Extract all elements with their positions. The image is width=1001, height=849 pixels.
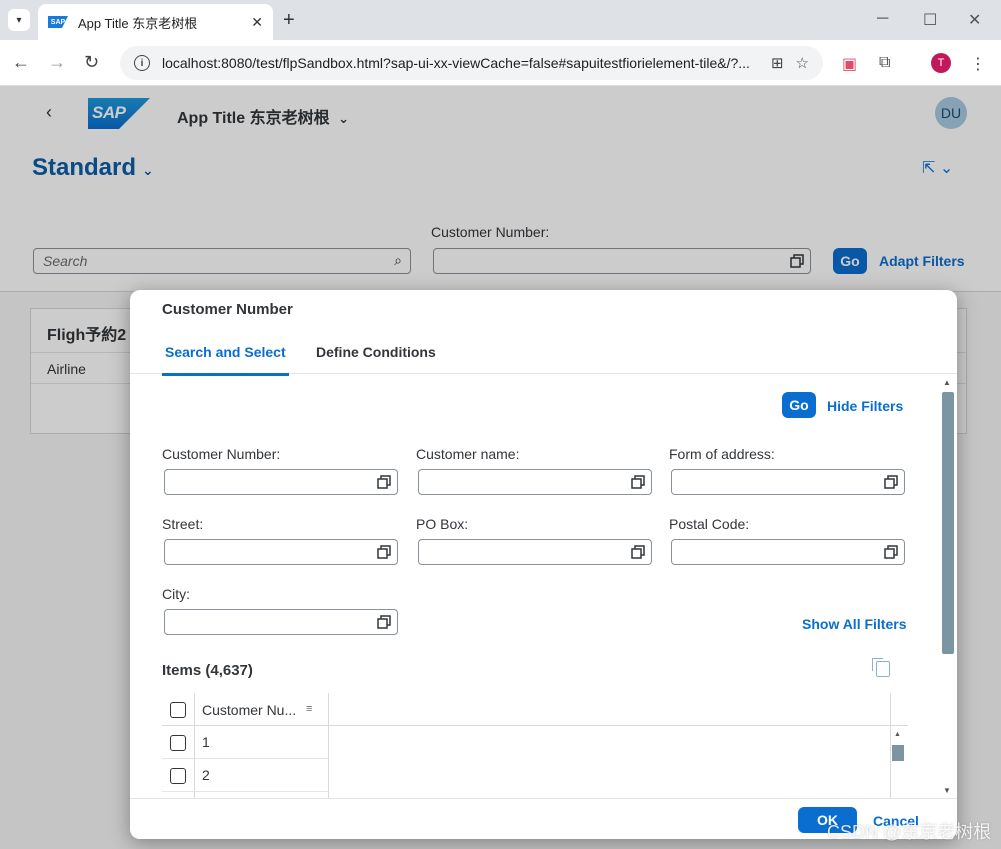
column-divider bbox=[328, 693, 329, 798]
copy-icon[interactable] bbox=[872, 658, 890, 677]
browser-tab[interactable]: SAP App Title 东京老树根 ✕ bbox=[38, 4, 273, 40]
minimize-icon[interactable]: ─ bbox=[877, 10, 888, 28]
maximize-icon[interactable]: ☐ bbox=[923, 10, 937, 30]
tab-menu-icon[interactable]: ▾ bbox=[8, 9, 30, 31]
profile-avatar[interactable]: T bbox=[931, 53, 951, 73]
select-all-checkbox[interactable] bbox=[170, 702, 186, 718]
scroll-down-icon[interactable]: ▼ bbox=[943, 786, 951, 795]
filter-label-postal-code: Postal Code: bbox=[669, 516, 750, 532]
column-customer-number[interactable]: Customer Nu... bbox=[202, 702, 296, 718]
close-window-icon[interactable]: ✕ bbox=[968, 10, 981, 30]
column-divider bbox=[890, 693, 891, 798]
row-checkbox[interactable] bbox=[170, 768, 186, 784]
items-title: Items (4,637) bbox=[162, 662, 253, 679]
value-help-icon[interactable] bbox=[631, 475, 645, 489]
value-help-icon[interactable] bbox=[884, 545, 898, 559]
back-arrow-icon[interactable]: ← bbox=[12, 52, 30, 72]
show-all-filters-button[interactable]: Show All Filters bbox=[802, 616, 907, 632]
menu-icon[interactable]: ⋮ bbox=[970, 54, 986, 74]
filter-input-po-box[interactable] bbox=[418, 539, 652, 565]
new-tab-button[interactable]: + bbox=[283, 9, 295, 31]
filter-input-form-of-address[interactable] bbox=[671, 469, 905, 495]
items-grid: Customer Nu... ≡ 1 2 ▲ bbox=[162, 693, 908, 798]
dialog-content: Go Hide Filters Customer Number: Custome… bbox=[130, 374, 957, 798]
close-tab-icon[interactable]: ✕ bbox=[251, 14, 263, 31]
browser-tabbar: ▾ SAP App Title 东京老树根 ✕ + ─ ☐ ✕ bbox=[0, 0, 1001, 40]
forward-arrow-icon[interactable]: → bbox=[48, 52, 66, 72]
scroll-up-icon[interactable]: ▲ bbox=[894, 731, 901, 738]
table-row[interactable]: 1 bbox=[162, 726, 328, 759]
grid-scrollbar-thumb[interactable] bbox=[892, 745, 904, 761]
filter-input-street[interactable] bbox=[164, 539, 398, 565]
row-value: 1 bbox=[202, 734, 210, 750]
tab-title: App Title 东京老树根 bbox=[78, 15, 198, 31]
dialog-title: Customer Number bbox=[162, 301, 293, 318]
filter-label-street: Street: bbox=[162, 516, 204, 532]
filter-input-customer-number[interactable] bbox=[164, 469, 398, 495]
translate-icon[interactable]: ⊞ bbox=[771, 54, 784, 72]
value-help-icon[interactable] bbox=[377, 475, 391, 489]
url-text[interactable]: localhost:8080/test/flpSandbox.html?sap-… bbox=[162, 55, 759, 71]
row-value: 2 bbox=[202, 767, 210, 783]
value-help-icon[interactable] bbox=[377, 545, 391, 559]
watermark: CSDN @东京老树根 bbox=[827, 822, 992, 842]
filter-label-po-box: PO Box: bbox=[416, 516, 469, 532]
sort-icon: ≡ bbox=[306, 703, 313, 715]
filter-label-customer-name: Customer name: bbox=[416, 446, 520, 462]
scroll-up-icon[interactable]: ▲ bbox=[943, 378, 951, 387]
sap-favicon-icon: SAP bbox=[48, 16, 68, 28]
row-checkbox[interactable] bbox=[170, 735, 186, 751]
hide-filters-button[interactable]: Hide Filters bbox=[827, 398, 903, 414]
dialog-scrollbar-thumb[interactable] bbox=[942, 392, 954, 654]
grid-header: Customer Nu... ≡ bbox=[162, 693, 908, 726]
site-info-icon[interactable]: i bbox=[134, 55, 150, 71]
value-help-icon[interactable] bbox=[377, 615, 391, 629]
filter-input-customer-name[interactable] bbox=[418, 469, 652, 495]
url-omnibox[interactable]: i localhost:8080/test/flpSandbox.html?sa… bbox=[120, 46, 823, 80]
filter-input-city[interactable] bbox=[164, 609, 398, 635]
puzzle-icon[interactable]: ⧉ bbox=[879, 54, 890, 72]
star-icon[interactable]: ☆ bbox=[796, 54, 809, 72]
address-bar: ← → ↻ i localhost:8080/test/flpSandbox.h… bbox=[0, 40, 1001, 86]
filter-input-postal-code[interactable] bbox=[671, 539, 905, 565]
dialog-tabs: Search and Select Define Conditions bbox=[130, 336, 957, 376]
filter-label-form-of-address: Form of address: bbox=[669, 446, 775, 462]
value-help-icon[interactable] bbox=[631, 545, 645, 559]
value-help-icon[interactable] bbox=[884, 475, 898, 489]
extension-icon[interactable]: ▣ bbox=[842, 54, 857, 74]
fiori-app: ‹ SAP App Title 东京老树根 ⌄ DU Standard ⌄ ⇱ ⌄… bbox=[0, 86, 1001, 849]
tab-define-conditions[interactable]: Define Conditions bbox=[316, 344, 436, 360]
table-row[interactable]: 2 bbox=[162, 759, 328, 792]
filter-label-customer-number: Customer Number: bbox=[162, 446, 281, 462]
filter-label-city: City: bbox=[162, 586, 190, 602]
dialog-go-button[interactable]: Go bbox=[782, 392, 816, 418]
reload-icon[interactable]: ↻ bbox=[84, 52, 99, 72]
value-help-dialog: Customer Number Search and Select Define… bbox=[130, 290, 957, 839]
tab-search-and-select[interactable]: Search and Select bbox=[162, 344, 289, 376]
